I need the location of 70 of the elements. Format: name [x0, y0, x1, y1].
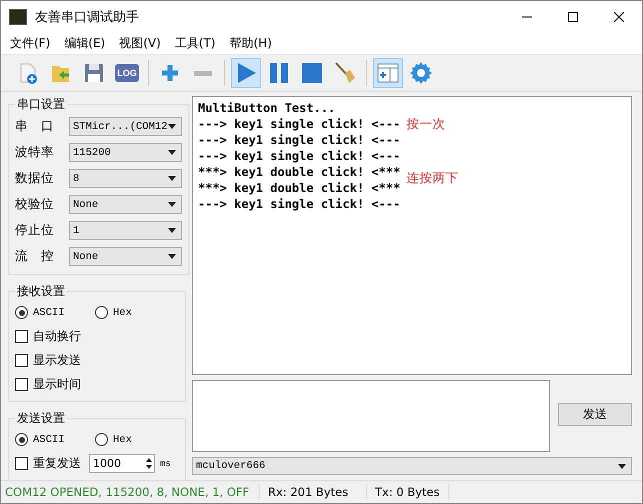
group-title: 发送设置	[16, 410, 66, 427]
field-label: 数据位	[15, 170, 55, 187]
group-title: 接收设置	[16, 283, 66, 300]
status-text: COM12 OPENED, 115200, 8, NONE, 1, OFF	[1, 484, 260, 500]
dropdown[interactable]: STMicr...(COM12	[69, 117, 182, 136]
broom-icon	[333, 61, 357, 85]
maximize-icon[interactable]	[568, 12, 578, 22]
toolbar-button[interactable]	[231, 58, 261, 88]
received-line: ---> key1 single click! <---	[198, 133, 400, 147]
plus-icon	[159, 62, 181, 84]
checkbox[interactable]: 显示时间	[15, 374, 179, 395]
log-icon: LOG	[115, 64, 139, 82]
minus-icon	[194, 70, 212, 76]
unit-label: ms	[160, 458, 171, 468]
window-add-icon	[376, 61, 400, 85]
interval-spinbox[interactable]: 1000	[89, 454, 155, 473]
received-line: MultiButton Test...	[198, 101, 336, 115]
menu-item[interactable]: 编辑(E)	[57, 34, 112, 52]
status-text: Rx: 201 Bytes	[260, 484, 367, 500]
checkbox[interactable]: 自动换行	[15, 326, 179, 347]
checkbox[interactable]: 显示发送	[15, 350, 179, 371]
field-label: 流 控	[15, 248, 55, 265]
annotation: 按一次	[406, 116, 446, 132]
minimize-icon[interactable]	[522, 16, 532, 18]
dropdown-arrow-icon	[168, 124, 176, 129]
dropdown[interactable]: 1	[69, 221, 182, 240]
received-line: ***> key1 double click! <***	[198, 165, 400, 179]
receive-area[interactable]	[192, 96, 632, 375]
radio-button[interactable]: ASCII	[15, 433, 95, 446]
dropdown-arrow-icon	[168, 254, 176, 259]
dropdown-arrow-icon	[618, 464, 626, 468]
radio-button[interactable]: ASCII	[15, 306, 95, 319]
dropdown[interactable]: None	[69, 247, 182, 266]
status-text: Tx: 0 Bytes	[367, 484, 449, 500]
send-input[interactable]	[192, 380, 550, 452]
received-line: ---> key1 single click! <---	[198, 117, 400, 131]
pause-icon	[267, 61, 291, 85]
group-title: 串口设置	[16, 96, 66, 113]
spin-arrows-icon[interactable]	[144, 456, 154, 471]
toolbar-button[interactable]	[373, 58, 403, 88]
toolbar-button[interactable]: LOG	[112, 58, 142, 88]
menu-item[interactable]: 视图(V)	[112, 34, 168, 52]
dropdown-arrow-icon	[168, 202, 176, 207]
field-label: 停止位	[15, 222, 55, 239]
radio-button[interactable]: Hex	[95, 433, 175, 446]
dropdown[interactable]: None	[69, 195, 182, 214]
send-button[interactable]: 发送	[558, 403, 632, 426]
dropdown[interactable]: 115200	[69, 143, 182, 162]
menu-item[interactable]: 帮助(H)	[222, 34, 279, 52]
dropdown[interactable]: 8	[69, 169, 182, 188]
annotation: 连按两下	[406, 170, 458, 186]
received-line: ---> key1 single click! <---	[198, 197, 400, 211]
field-label: 波特率	[15, 144, 55, 161]
received-line: ***> key1 double click! <***	[198, 181, 400, 195]
window-title: 友善串口调试助手	[35, 8, 140, 26]
dropdown-arrow-icon	[168, 150, 176, 155]
gear-icon	[409, 61, 433, 85]
dropdown-arrow-icon	[168, 228, 176, 233]
checkbox[interactable]: 重复发送	[15, 453, 81, 474]
field-label: 校验位	[15, 196, 55, 213]
field-label: 串 口	[15, 118, 55, 135]
received-line: ---> key1 single click! <---	[198, 149, 400, 163]
radio-button[interactable]: Hex	[95, 306, 175, 319]
dropdown-arrow-icon	[168, 176, 176, 181]
stop-icon	[300, 61, 324, 85]
app-icon	[9, 8, 27, 24]
menu-item[interactable]: 工具(T)	[168, 34, 222, 52]
history-dropdown[interactable]: mculover666	[192, 457, 632, 475]
menu-item[interactable]: 文件(F)	[3, 34, 58, 52]
close-icon[interactable]	[614, 12, 624, 22]
